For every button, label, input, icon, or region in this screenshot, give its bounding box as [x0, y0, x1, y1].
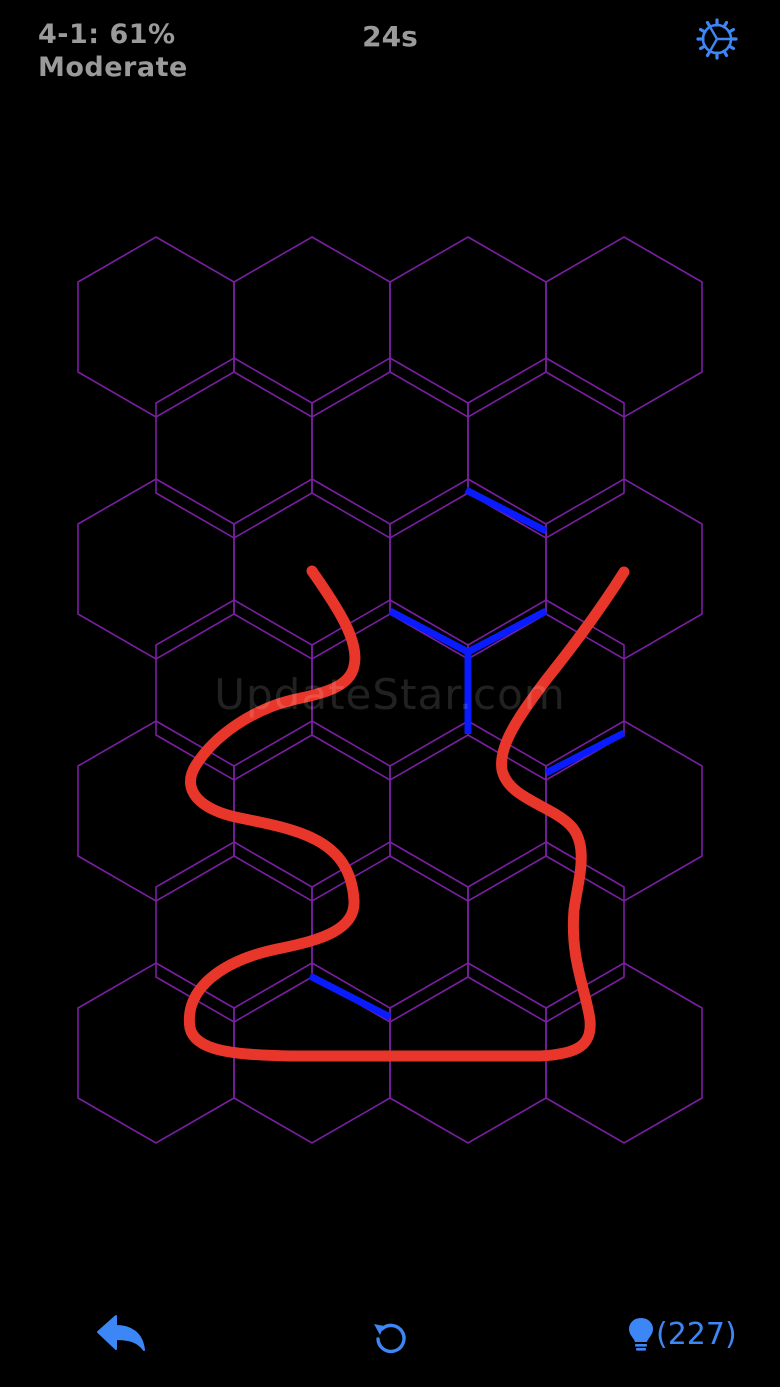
gear-tooth: [705, 49, 712, 58]
wall-segment: [464, 486, 548, 535]
wall-segment: [544, 729, 626, 777]
difficulty-label: Moderate: [38, 52, 188, 83]
hex-cell[interactable]: [389, 478, 547, 660]
hex-cell[interactable]: [389, 720, 547, 902]
hex-cell[interactable]: [311, 357, 469, 539]
hex-cell[interactable]: [155, 841, 313, 1023]
red-path-line: [183, 565, 630, 1062]
wall-segment: [466, 607, 548, 656]
wall-segment: [388, 607, 470, 656]
hex-cell[interactable]: [155, 357, 313, 539]
undo-arrow-icon[interactable]: [96, 1312, 148, 1356]
gear-tooth: [727, 44, 736, 51]
timer: 24s: [362, 20, 418, 53]
gear-tooth: [698, 27, 707, 34]
hex-cell[interactable]: [545, 236, 703, 418]
lightbulb-icon: [629, 1318, 653, 1351]
hex-cell[interactable]: [467, 599, 625, 781]
hex-cell[interactable]: [77, 236, 235, 418]
gear-tooth: [705, 20, 712, 29]
hint-count: (227): [656, 1316, 737, 1352]
gear-tooth: [722, 20, 729, 29]
gear-tooth: [727, 27, 736, 34]
hex-cell[interactable]: [389, 236, 547, 418]
hex-cell[interactable]: [545, 720, 703, 902]
hex-board[interactable]: [0, 0, 780, 1387]
hex-cell[interactable]: [233, 720, 391, 902]
gear-tooth: [698, 44, 707, 51]
wall-segment: [308, 972, 392, 1021]
hex-cell[interactable]: [467, 357, 625, 539]
gear-icon[interactable]: [694, 16, 740, 62]
hint-button[interactable]: (227): [626, 1314, 737, 1354]
hex-cell[interactable]: [77, 478, 235, 660]
reset-icon[interactable]: [368, 1318, 414, 1360]
hex-cell[interactable]: [155, 599, 313, 781]
hex-cell[interactable]: [467, 841, 625, 1023]
hex-cell[interactable]: [233, 236, 391, 418]
hex-grid: [77, 236, 703, 1144]
gear-tooth: [722, 49, 729, 58]
